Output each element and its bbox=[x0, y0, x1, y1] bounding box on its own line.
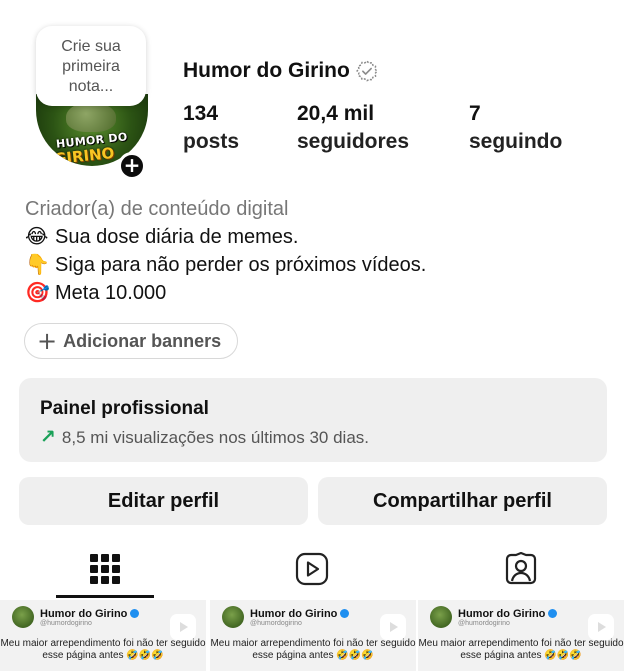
thumb-header: Humor do Girino @humordogirino bbox=[222, 606, 350, 628]
thumb-avatar bbox=[430, 606, 452, 628]
active-tab-indicator bbox=[56, 595, 154, 598]
bio-line-text: Siga para não perder os próximos vídeos. bbox=[55, 254, 427, 276]
post-thumbnail[interactable]: Humor do Girino @humordogirino Meu maior… bbox=[210, 600, 416, 671]
stat-following[interactable]: 7 seguindo bbox=[469, 100, 562, 156]
thumb-handle: @humordogirino bbox=[40, 619, 92, 627]
thumb-name-row: Humor do Girino bbox=[250, 607, 350, 620]
bio-line: 👇 Siga para não perder os próximos vídeos… bbox=[25, 251, 426, 279]
thumb-name: Humor do Girino bbox=[40, 607, 128, 620]
share-profile-button[interactable]: Compartilhar perfil bbox=[318, 477, 607, 525]
tagged-person-icon bbox=[505, 552, 537, 585]
bio-category: Criador(a) de conteúdo digital bbox=[25, 198, 289, 220]
note-placeholder: Crie sua primeira nota... bbox=[61, 38, 121, 95]
thumb-name: Humor do Girino bbox=[250, 607, 338, 620]
reel-play-icon bbox=[380, 614, 406, 640]
stat-following-value: 7 bbox=[469, 102, 481, 125]
add-banners-label: Adicionar banners bbox=[63, 330, 222, 351]
thumb-header: Humor do Girino @humordogirino bbox=[430, 606, 558, 628]
verified-check-icon bbox=[340, 609, 350, 618]
stat-posts-value: 134 bbox=[183, 102, 219, 125]
laughing-emoji-icon: 😂 bbox=[25, 226, 49, 248]
verified-check-icon bbox=[130, 609, 140, 618]
thumb-handle: @humordogirino bbox=[250, 619, 302, 627]
stat-posts-label: posts bbox=[183, 130, 240, 153]
reel-play-icon bbox=[170, 614, 196, 640]
professional-dashboard-card[interactable]: Painel profissional ↗ 8,5 mi visualizaçõ… bbox=[19, 378, 607, 462]
thumb-handle: @humordogirino bbox=[458, 619, 510, 627]
bio-line: 😂 Sua dose diária de memes. bbox=[25, 223, 426, 251]
bio-line-text: Meta 10.000 bbox=[55, 282, 167, 304]
tab-posts-grid[interactable] bbox=[57, 540, 153, 598]
stat-followers-label: seguidores bbox=[297, 130, 410, 153]
thumb-header: Humor do Girino @humordogirino bbox=[12, 606, 140, 628]
reels-icon bbox=[295, 552, 329, 586]
thumb-caption: Meu maior arrependimento foi não ter seg… bbox=[210, 638, 416, 661]
edit-profile-label: Editar perfil bbox=[107, 489, 220, 512]
verified-badge-icon[interactable] bbox=[355, 60, 378, 82]
stat-followers[interactable]: 20,4 mil seguidores bbox=[297, 100, 409, 156]
grid-icon bbox=[90, 554, 120, 584]
verified-check-icon bbox=[548, 609, 558, 618]
post-thumbnail[interactable]: Humor do Girino @humordogirino Meu maior… bbox=[0, 600, 206, 671]
edit-profile-button[interactable]: Editar perfil bbox=[19, 477, 308, 525]
reel-play-icon bbox=[588, 614, 614, 640]
note-bubble[interactable]: Crie sua primeira nota... bbox=[36, 26, 146, 106]
profile-name: Humor do Girino bbox=[183, 59, 350, 82]
dashboard-subtitle-row: ↗ 8,5 mi visualizações nos últimos 30 di… bbox=[40, 426, 607, 449]
thumb-name-row: Humor do Girino bbox=[40, 607, 140, 620]
pointing-down-emoji-icon: 👇 bbox=[25, 254, 50, 276]
bio: Criador(a) de conteúdo digital 😂 Sua dose… bbox=[25, 195, 426, 307]
stat-followers-value: 20,4 mil bbox=[297, 102, 375, 125]
dashboard-subtitle: 8,5 mi visualizações nos últimos 30 dias… bbox=[61, 427, 370, 447]
share-profile-label: Compartilhar perfil bbox=[373, 489, 552, 512]
profile-name-row: Humor do Girino bbox=[183, 59, 378, 83]
thumb-name-row: Humor do Girino bbox=[458, 607, 558, 620]
plus-icon: + bbox=[37, 327, 58, 355]
post-thumbnail[interactable]: Humor do Girino @humordogirino Meu maior… bbox=[418, 600, 624, 671]
bio-line-text: Sua dose diária de memes. bbox=[55, 226, 299, 248]
thumb-avatar bbox=[222, 606, 244, 628]
frog-icon bbox=[66, 102, 116, 132]
add-story-plus-icon[interactable]: + bbox=[118, 152, 146, 180]
tab-reels[interactable] bbox=[264, 540, 360, 598]
thumb-caption: Meu maior arrependimento foi não ter seg… bbox=[0, 638, 206, 661]
dashboard-title: Painel profissional bbox=[40, 398, 209, 419]
thumb-avatar bbox=[12, 606, 34, 628]
add-banners-button[interactable]: + Adicionar banners bbox=[24, 323, 238, 359]
bio-line: 🎯 Meta 10.000 bbox=[25, 279, 426, 307]
target-emoji-icon: 🎯 bbox=[25, 282, 50, 304]
stat-posts[interactable]: 134 posts bbox=[183, 100, 239, 156]
tab-tagged[interactable] bbox=[473, 540, 569, 598]
trend-up-arrow-icon: ↗ bbox=[40, 427, 56, 448]
thumb-name: Humor do Girino bbox=[458, 607, 546, 620]
thumb-caption: Meu maior arrependimento foi não ter seg… bbox=[418, 638, 624, 661]
stat-following-label: seguindo bbox=[469, 130, 563, 153]
